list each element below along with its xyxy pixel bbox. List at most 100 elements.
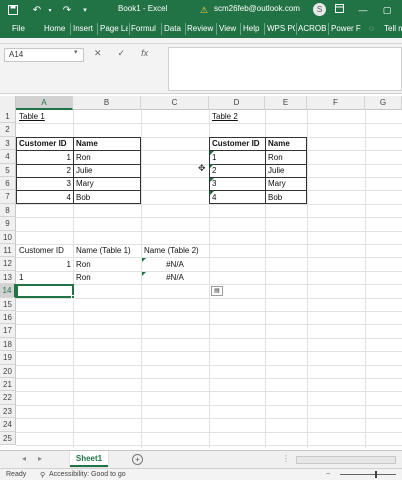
column-header-f[interactable]: F: [307, 96, 365, 110]
lookup-cell-id[interactable]: 1: [17, 271, 25, 284]
table1-cell-name[interactable]: Mary: [74, 177, 96, 190]
table2-cell-id[interactable]: 1: [210, 151, 218, 164]
zoom-out-icon[interactable]: −: [326, 471, 330, 478]
table2-cell-name[interactable]: Ron: [266, 151, 285, 164]
table1-title[interactable]: Table 1: [17, 110, 47, 123]
enter-icon[interactable]: ✓: [118, 48, 126, 62]
accessibility-status[interactable]: Accessibility: Good to go: [49, 471, 126, 478]
customize-toolbar-icon[interactable]: ▾: [80, 3, 90, 17]
row-header[interactable]: 16: [0, 311, 16, 325]
row-header[interactable]: 13: [0, 270, 16, 285]
formula-input[interactable]: [168, 47, 402, 91]
row-header[interactable]: 15: [0, 297, 16, 311]
zoom-slider-thumb[interactable]: [375, 471, 377, 478]
table1-cell-id[interactable]: 3: [16, 177, 73, 190]
tab-view[interactable]: View: [219, 20, 239, 38]
insert-function-icon[interactable]: fx: [141, 48, 148, 62]
lookup-cell-name2[interactable]: #N/A: [141, 271, 209, 284]
undo-icon[interactable]: ↶: [30, 3, 44, 17]
row-header[interactable]: 9: [0, 217, 16, 231]
column-header-c[interactable]: C: [141, 96, 209, 110]
cancel-icon[interactable]: ✕: [94, 48, 102, 62]
ribbon-display-icon[interactable]: [332, 3, 346, 17]
table1-cell-name[interactable]: Ron: [74, 151, 93, 164]
tab-wps-pdf[interactable]: WPS PC: [267, 20, 295, 38]
active-cell[interactable]: [16, 283, 74, 299]
tab-formulas[interactable]: Formul: [131, 20, 159, 38]
avatar[interactable]: S: [313, 3, 326, 16]
lookup-cell-id[interactable]: 1: [16, 258, 73, 271]
row-header[interactable]: 24: [0, 418, 16, 432]
account-email[interactable]: scm26feb@outlook.com: [214, 4, 300, 13]
warning-icon[interactable]: ⚠: [198, 3, 210, 17]
zoom-slider[interactable]: [340, 474, 396, 475]
undo-dropdown-icon[interactable]: ▾: [46, 3, 54, 17]
tab-split-handle-icon[interactable]: ⋮: [282, 454, 290, 463]
row-header[interactable]: 5: [0, 163, 16, 177]
lookup-header-customer-id[interactable]: Customer ID: [17, 244, 66, 257]
lookup-header-name-table1[interactable]: Name (Table 1): [74, 244, 133, 257]
table2-header-customer-id[interactable]: Customer ID: [210, 137, 262, 150]
table2-cell-name[interactable]: Mary: [266, 177, 288, 190]
lookup-cell-name1[interactable]: Ron: [74, 271, 93, 284]
table2-cell-id[interactable]: 4: [210, 191, 218, 204]
row-header[interactable]: 3: [0, 136, 16, 151]
column-header-d[interactable]: D: [209, 96, 265, 110]
table1-cell-id[interactable]: 1: [16, 151, 73, 164]
chevron-down-icon[interactable]: ▾: [74, 48, 78, 56]
table1-header-name[interactable]: Name: [74, 137, 100, 150]
lightbulb-icon[interactable]: ◌: [369, 20, 379, 38]
tab-help[interactable]: Help: [243, 20, 263, 38]
row-header[interactable]: 12: [0, 257, 16, 271]
row-header[interactable]: 22: [0, 391, 16, 405]
column-header-e[interactable]: E: [265, 96, 307, 110]
sheet-tab-sheet1[interactable]: Sheet1: [70, 451, 108, 467]
row-header[interactable]: 20: [0, 364, 16, 378]
save-icon[interactable]: [6, 3, 20, 17]
add-sheet-icon[interactable]: +: [132, 454, 143, 465]
table1-cell-id[interactable]: 2: [16, 164, 73, 177]
tab-review[interactable]: Review: [187, 20, 215, 38]
table1-cell-id[interactable]: 4: [16, 191, 73, 204]
table2-cell-name[interactable]: Julie: [266, 164, 286, 177]
column-header-g[interactable]: G: [365, 96, 402, 110]
row-header[interactable]: 6: [0, 177, 16, 191]
row-header[interactable]: 7: [0, 190, 16, 204]
table2-cell-name[interactable]: Bob: [266, 191, 284, 204]
select-all-button[interactable]: [0, 96, 16, 110]
table1-cell-name[interactable]: Julie: [74, 164, 94, 177]
row-header[interactable]: 8: [0, 203, 16, 218]
paste-options-icon[interactable]: ▤: [211, 286, 223, 296]
lookup-cell-name2[interactable]: #N/A: [141, 258, 209, 271]
row-header[interactable]: 18: [0, 337, 16, 352]
tab-file[interactable]: File: [12, 20, 28, 38]
maximize-icon[interactable]: ▢: [380, 3, 394, 17]
scroll-left-icon[interactable]: ◂: [22, 454, 26, 463]
row-header[interactable]: 11: [0, 244, 16, 258]
lookup-cell-name1[interactable]: Ron: [74, 258, 93, 271]
row-header[interactable]: 2: [0, 123, 16, 137]
column-header-b[interactable]: B: [73, 96, 141, 110]
table2-cell-id[interactable]: 2: [210, 164, 218, 177]
row-header[interactable]: 4: [0, 150, 16, 164]
table1-header-customer-id[interactable]: Customer ID: [17, 137, 69, 150]
column-header-a[interactable]: A: [16, 96, 73, 110]
row-header[interactable]: 19: [0, 351, 16, 365]
tab-home[interactable]: Home: [44, 20, 68, 38]
table1-cell-name[interactable]: Bob: [74, 191, 92, 204]
lookup-header-name-table2[interactable]: Name (Table 2): [142, 244, 201, 257]
row-header[interactable]: 17: [0, 324, 16, 338]
row-header-selected[interactable]: 14: [0, 284, 16, 298]
table2-header-name[interactable]: Name: [266, 137, 292, 150]
row-header[interactable]: 23: [0, 404, 16, 419]
row-header[interactable]: 25: [0, 431, 16, 445]
row-header[interactable]: 21: [0, 378, 16, 392]
worksheet-grid[interactable]: 1 2 3 4 5 6 7 8 9 10 11 12 13 14 15 16 1…: [0, 110, 402, 448]
horizontal-scrollbar[interactable]: [296, 456, 396, 464]
tab-data[interactable]: Data: [164, 20, 184, 38]
name-box[interactable]: A14: [4, 48, 84, 62]
tab-insert[interactable]: Insert: [73, 20, 95, 38]
row-header[interactable]: 1: [0, 110, 16, 124]
redo-icon[interactable]: ↷: [60, 3, 74, 17]
tab-power-pivot[interactable]: Power F: [331, 20, 361, 38]
